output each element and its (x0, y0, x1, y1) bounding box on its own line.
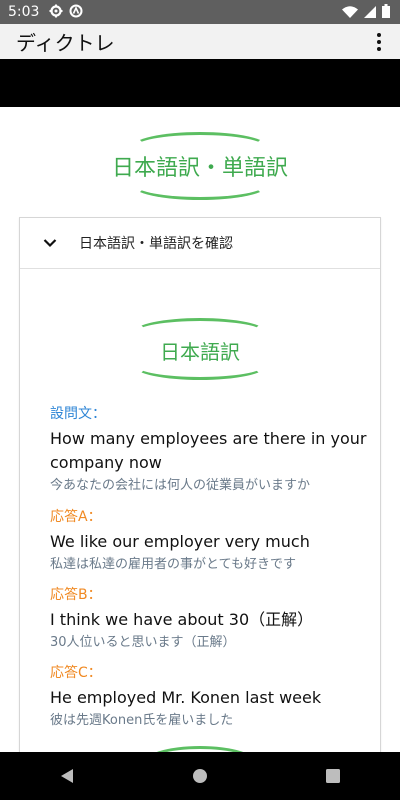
answer-c-block: 応答C： He employed Mr. Konen last week 彼は先… (50, 662, 370, 730)
chevron-down-icon (43, 236, 57, 250)
signal-icon (364, 3, 376, 22)
card-expand-header[interactable]: 日本語訳・単語訳を確認 (20, 218, 380, 269)
answer-a-block: 応答A： We like our employer very much 私達は私… (50, 506, 370, 574)
battery-icon (382, 3, 390, 22)
answer-a-label: 応答A： (50, 509, 102, 525)
answer-a-japanese: 私達は私達の雇用者の事がとても好きです (50, 557, 296, 572)
section-title-badge: 日本語訳 (20, 318, 380, 380)
system-nav-bar (0, 752, 400, 800)
home-icon[interactable] (180, 756, 220, 796)
circle-a-icon (69, 3, 83, 22)
answer-b-japanese: 30人位いると思います（正解） (50, 635, 236, 650)
status-left-icons (49, 3, 83, 22)
app-bar: ディクトレ (0, 24, 400, 59)
answer-c-label: 応答C： (50, 665, 102, 681)
recents-icon[interactable] (313, 756, 353, 796)
question-english: How many employees are there in your com… (50, 429, 367, 472)
back-icon[interactable] (47, 756, 87, 796)
card-header-label: 日本語訳・単語訳を確認 (79, 236, 233, 252)
status-time: 5:03 (8, 4, 40, 20)
answer-a-english: We like our employer very much (50, 532, 310, 551)
status-right-icons (342, 3, 390, 22)
app-title: ディクトレ (16, 31, 115, 55)
answer-b-block: 応答B： I think we have about 30（正解） 30人位いる… (50, 584, 370, 652)
question-japanese: 今あなたの会社には何人の従業員がいますか (50, 478, 311, 493)
translation-card: 日本語訳・単語訳を確認 日本語訳 設問文： How many employees… (19, 217, 381, 752)
answer-b-english: I think we have about 30（正解） (50, 610, 314, 629)
status-bar: 5:03 (0, 0, 400, 24)
banner-area (0, 59, 400, 107)
main-content[interactable]: 日本語訳・単語訳 日本語訳・単語訳を確認 日本語訳 設問文： How many … (0, 107, 400, 752)
question-label: 設問文： (50, 406, 106, 422)
section-bottom-arc (134, 352, 266, 380)
main-title-badge: 日本語訳・単語訳 (0, 132, 400, 202)
answer-c-japanese: 彼は先週Konen氏を雇いました (50, 713, 234, 728)
wifi-icon (342, 3, 358, 22)
answer-c-english: He employed Mr. Konen last week (50, 688, 322, 707)
answer-b-label: 応答B： (50, 587, 102, 603)
more-vert-icon[interactable] (372, 30, 386, 54)
gear-icon (49, 3, 63, 22)
title-bottom-arc (132, 170, 268, 200)
question-block: 設問文： How many employees are there in you… (50, 403, 370, 495)
